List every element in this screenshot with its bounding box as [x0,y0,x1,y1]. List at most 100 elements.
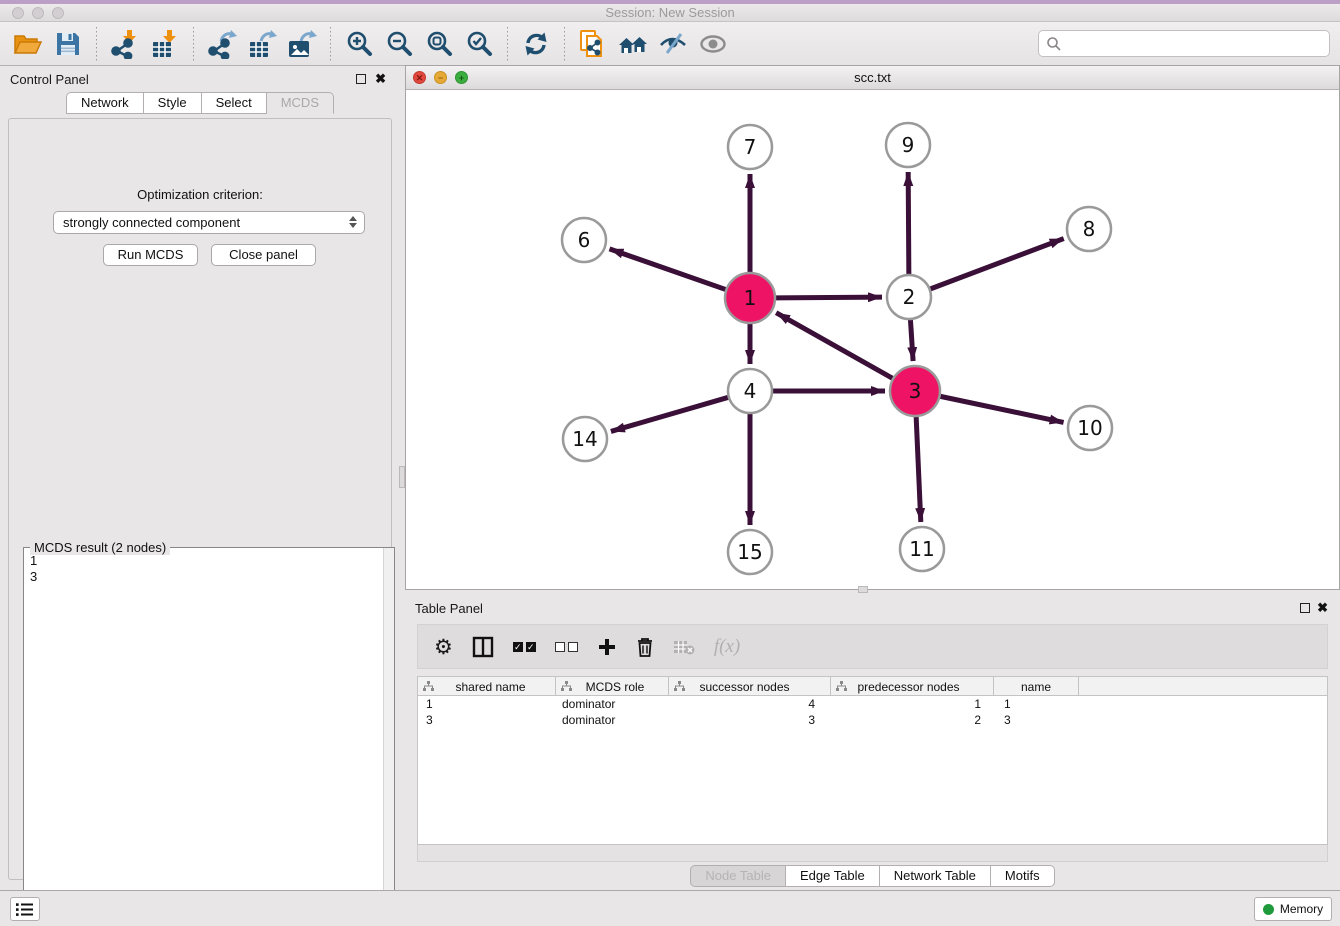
export-network-button[interactable] [202,26,242,62]
export-table-icon [247,29,277,59]
tab-edge-table[interactable]: Edge Table [786,865,880,887]
export-image-button[interactable] [282,26,322,62]
tab-node-table[interactable]: Node Table [690,865,786,887]
graph-node-2[interactable]: 2 [887,275,931,319]
table-row[interactable]: 1 dominator 4 1 1 [418,696,1327,712]
export-table-button[interactable] [242,26,282,62]
float-panel-icon[interactable] [1300,603,1310,613]
horizontal-splitter-handle[interactable] [858,586,868,593]
network-window-titlebar[interactable]: ✕ − + scc.txt [406,66,1339,90]
zoom-in-button[interactable] [339,26,379,62]
cell-successor-nodes: 4 [669,696,831,712]
optimization-criterion-select[interactable]: strongly connected component [53,211,365,234]
add-column-button[interactable] [597,632,617,662]
mcds-result-title: MCDS result (2 nodes) [30,540,170,555]
network-window-title: scc.txt [406,70,1339,85]
graph-node-8[interactable]: 8 [1067,207,1111,251]
zoom-out-button[interactable] [379,26,419,62]
memory-status-icon [1263,904,1274,915]
zoom-selected-button[interactable] [459,26,499,62]
show-all-button[interactable] [693,26,733,62]
tab-motifs[interactable]: Motifs [991,865,1055,887]
graph-edge-3-11[interactable] [916,417,921,522]
mcds-tab-content: Optimization criterion: strongly connect… [8,118,392,880]
graph-node-4[interactable]: 4 [728,369,772,413]
graph-node-11[interactable]: 11 [900,527,944,571]
column-header-shared-name[interactable]: shared name [418,677,556,696]
tab-select[interactable]: Select [202,92,267,114]
run-mcds-button[interactable]: Run MCDS [103,244,198,266]
column-header-name[interactable]: name [994,677,1079,696]
graph-edge-1-6[interactable] [609,249,725,290]
graph-edge-2-3[interactable] [910,320,913,361]
graph-node-14[interactable]: 14 [563,417,607,461]
svg-text:8: 8 [1083,217,1096,241]
table-horizontal-scrollbar[interactable] [417,845,1328,862]
task-history-button[interactable] [10,897,40,921]
save-session-button[interactable] [48,26,88,62]
split-panel-button[interactable] [472,632,494,662]
graph-node-3[interactable]: 3 [890,366,940,416]
close-panel-button[interactable]: Close panel [211,244,316,266]
node-table: shared name MCDS role successor nodes [417,676,1328,845]
tab-mcds[interactable]: MCDS [267,92,334,114]
toolbar-separator [564,27,565,61]
unselect-all-columns-button[interactable] [555,632,578,662]
graph-edge-2-9[interactable] [908,172,909,274]
toolbar-separator [507,27,508,61]
cell-name: 3 [994,712,1079,728]
close-panel-icon[interactable]: ✖ [1317,601,1328,615]
status-bar: Memory [0,890,1340,926]
result-line: 1 [24,553,394,569]
graph-node-7[interactable]: 7 [728,125,772,169]
unchecked-box-icon [555,642,565,652]
column-header-predecessor-nodes[interactable]: predecessor nodes [831,677,994,696]
import-table-button[interactable] [145,26,185,62]
graph-edge-4-14[interactable] [611,397,728,431]
column-header-mcds-role[interactable]: MCDS role [556,677,669,696]
graph-edge-1-2[interactable] [776,297,882,298]
open-session-button[interactable] [8,26,48,62]
tab-network-table[interactable]: Network Table [880,865,991,887]
column-type-icon [561,681,572,692]
svg-text:10: 10 [1077,416,1102,440]
network-canvas[interactable]: 7 9 6 8 1 2 4 3 14 10 15 11 [406,90,1339,589]
hide-selected-button[interactable] [653,26,693,62]
float-panel-icon[interactable] [356,74,366,84]
function-builder-button[interactable]: f(x) [714,632,740,662]
apply-layout-button[interactable] [516,26,556,62]
select-all-columns-button[interactable]: ✓ ✓ [513,632,536,662]
column-type-icon [836,681,847,692]
graph-node-1[interactable]: 1 [725,273,775,323]
import-network-button[interactable] [105,26,145,62]
close-panel-icon[interactable]: ✖ [375,72,386,86]
control-panel-title: Control Panel [10,72,89,87]
graph-edge-2-8[interactable] [931,239,1064,289]
search-input[interactable] [1062,34,1329,54]
main-toolbar [0,22,1340,66]
first-neighbors-button[interactable] [613,26,653,62]
delete-columns-button[interactable] [636,632,654,662]
graph-edge-3-10[interactable] [940,396,1063,422]
svg-text:11: 11 [909,537,934,561]
svg-text:1: 1 [744,286,757,310]
tab-network[interactable]: Network [66,92,144,114]
graph-edge-3-1[interactable] [776,313,892,379]
search-field[interactable] [1038,30,1330,57]
table-row[interactable]: 3 dominator 3 2 3 [418,712,1327,728]
vertical-splitter-handle[interactable] [399,466,405,488]
result-scrollbar[interactable] [383,548,394,924]
graph-node-9[interactable]: 9 [886,123,930,167]
delete-table-button[interactable] [673,632,695,662]
svg-text:2: 2 [903,285,916,309]
control-panel-tabs: Network Style Select MCDS [0,92,400,114]
graph-node-6[interactable]: 6 [562,218,606,262]
new-network-from-selection-button[interactable] [573,26,613,62]
column-settings-button[interactable]: ⚙ [434,632,453,662]
zoom-fit-button[interactable] [419,26,459,62]
tab-style[interactable]: Style [144,92,202,114]
column-header-successor-nodes[interactable]: successor nodes [669,677,831,696]
graph-node-10[interactable]: 10 [1068,406,1112,450]
memory-button[interactable]: Memory [1254,897,1332,921]
graph-node-15[interactable]: 15 [728,530,772,574]
